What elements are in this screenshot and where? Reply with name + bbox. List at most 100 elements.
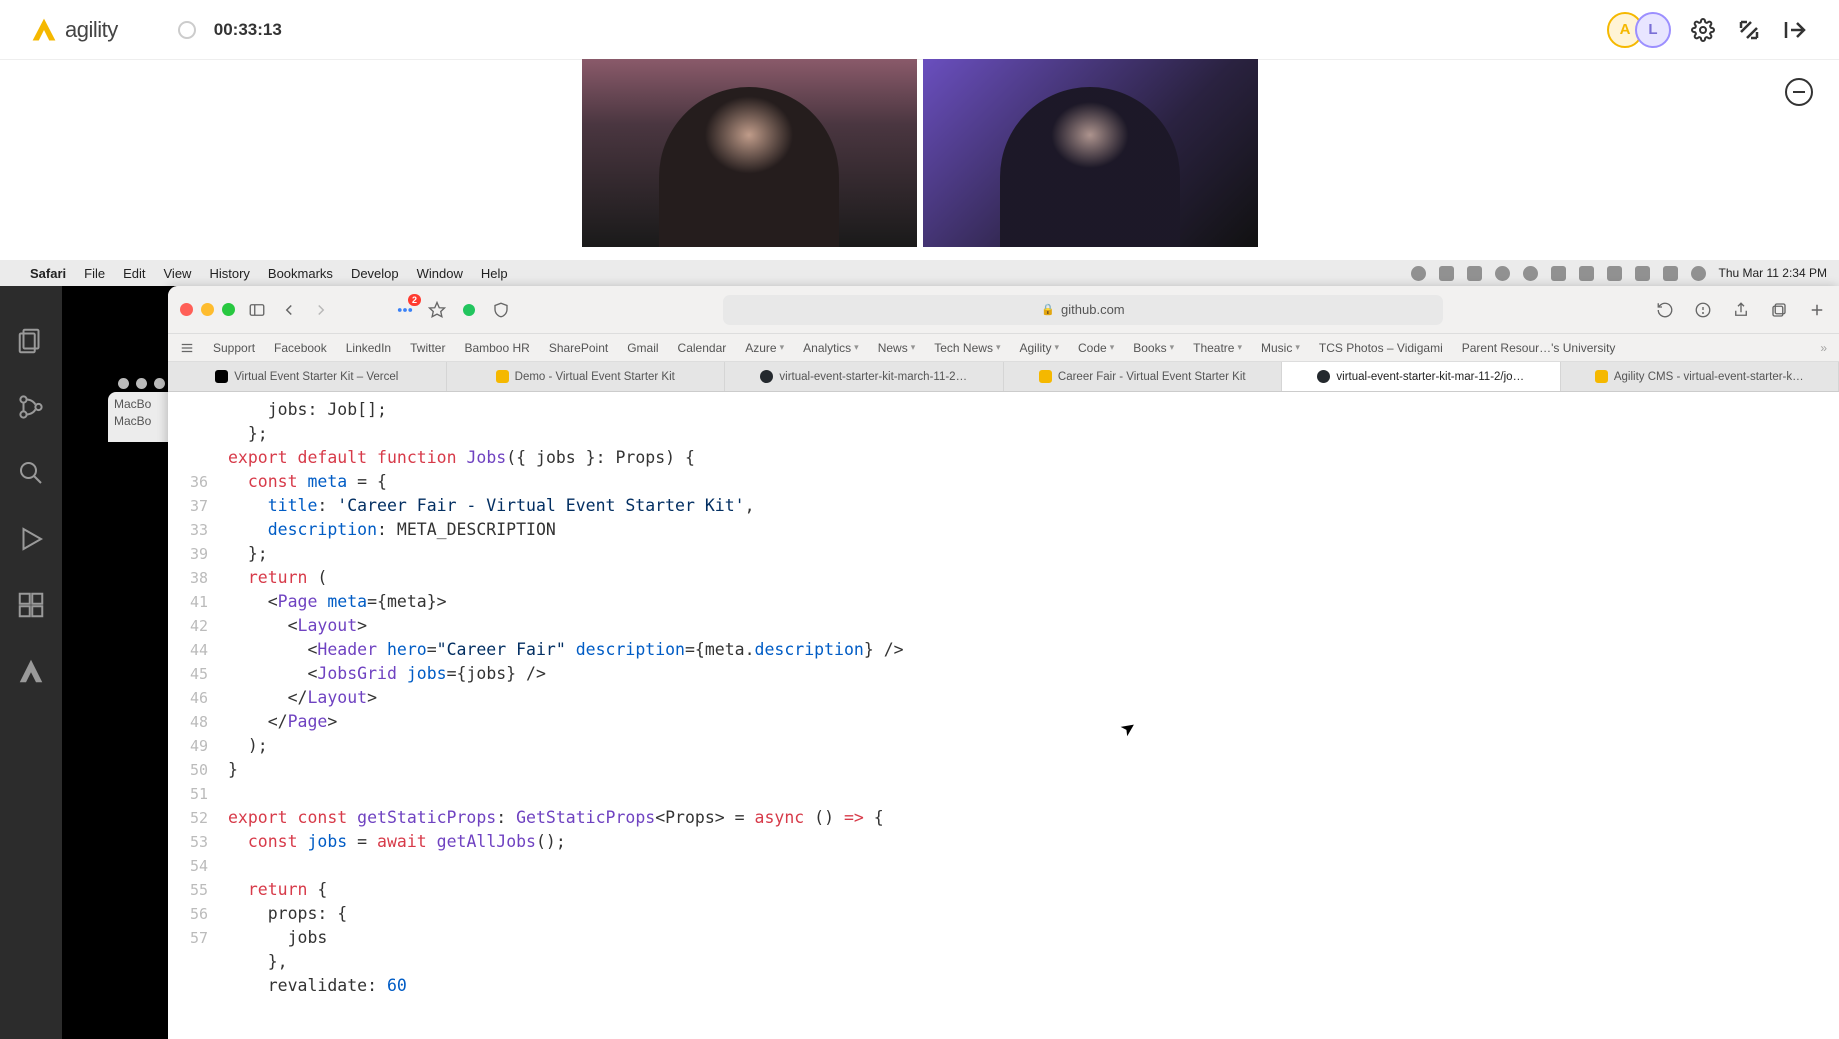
agility-icon[interactable] <box>16 656 46 686</box>
line-text: export default function Jobs({ jobs }: P… <box>228 446 695 470</box>
debug-icon[interactable] <box>16 524 46 554</box>
menu-history[interactable]: History <box>209 266 249 281</box>
line-number: 48 <box>168 710 228 734</box>
settings-button[interactable] <box>1689 16 1717 44</box>
bookmark-item[interactable]: Calendar <box>678 341 727 355</box>
browser-tab[interactable]: Career Fair - Virtual Event Starter Kit <box>1004 362 1283 391</box>
tray-icon[interactable] <box>1495 266 1510 281</box>
browser-tab[interactable]: Agility CMS - virtual-event-starter-k… <box>1561 362 1839 391</box>
bookmark-item[interactable]: Facebook <box>274 341 327 355</box>
extension-icon[interactable] <box>459 300 479 320</box>
close-window-icon[interactable] <box>180 303 193 316</box>
code-line: }; <box>168 422 1839 446</box>
finder-item[interactable]: MacBo <box>114 413 162 430</box>
finder-item[interactable]: MacBo <box>114 396 162 413</box>
menu-edit[interactable]: Edit <box>123 266 145 281</box>
browser-tab[interactable]: Demo - Virtual Event Starter Kit <box>447 362 726 391</box>
menubar-clock[interactable]: Thu Mar 11 2:34 PM <box>1719 266 1828 280</box>
menu-file[interactable]: File <box>84 266 105 281</box>
favicon-icon <box>496 370 509 383</box>
collapse-videos-button[interactable] <box>1785 78 1813 106</box>
bookmark-item[interactable]: Music▾ <box>1261 341 1300 355</box>
bookmarks-overflow-icon[interactable]: » <box>1820 341 1827 355</box>
line-number: 54 <box>168 854 228 878</box>
browser-tab[interactable]: virtual-event-starter-kit-march-11-2… <box>725 362 1004 391</box>
files-icon[interactable] <box>16 326 46 356</box>
bookmark-item[interactable]: Theatre▾ <box>1193 341 1242 355</box>
browser-tab[interactable]: virtual-event-starter-kit-mar-11-2/jo… <box>1282 362 1561 391</box>
zoom-window-icon[interactable] <box>222 303 235 316</box>
bookmark-star-icon[interactable] <box>427 300 447 320</box>
bookmark-item[interactable]: Parent Resour…'s University <box>1462 341 1616 355</box>
bookmark-menu-icon[interactable] <box>180 341 194 355</box>
tray-icon[interactable] <box>1551 266 1566 281</box>
tray-icon[interactable] <box>1635 266 1650 281</box>
reload-icon[interactable] <box>1655 300 1675 320</box>
address-bar[interactable]: 🔒 github.com <box>723 295 1443 325</box>
participant-video-1[interactable] <box>582 59 917 247</box>
bookmark-item[interactable]: Support <box>213 341 255 355</box>
sidebar-toggle-icon[interactable] <box>247 300 267 320</box>
reader-icon[interactable] <box>1693 300 1713 320</box>
tray-icon[interactable] <box>1607 266 1622 281</box>
bookmark-item[interactable]: Bamboo HR <box>464 341 529 355</box>
safari-toolbar: 2 🔒 github.com <box>168 286 1839 334</box>
code-line: 57 jobs <box>168 926 1839 950</box>
bookmark-item[interactable]: Analytics▾ <box>803 341 859 355</box>
bookmark-item[interactable]: News▾ <box>878 341 916 355</box>
line-text: }; <box>228 422 268 446</box>
menu-develop[interactable]: Develop <box>351 266 399 281</box>
avatar-2[interactable]: L <box>1635 12 1671 48</box>
bookmark-item[interactable]: Agility▾ <box>1019 341 1059 355</box>
line-text: export const getStaticProps: GetStaticPr… <box>228 806 884 830</box>
shield-icon[interactable] <box>491 300 511 320</box>
search-icon[interactable] <box>16 458 46 488</box>
menu-view[interactable]: View <box>164 266 192 281</box>
line-number: 50 <box>168 758 228 782</box>
tabs-icon[interactable] <box>1769 300 1789 320</box>
bookmark-item[interactable]: Azure▾ <box>745 341 784 355</box>
line-text: jobs: Job[]; <box>228 398 387 422</box>
exit-icon <box>1783 18 1807 42</box>
bookmark-item[interactable]: TCS Photos – Vidigami <box>1319 341 1443 355</box>
minimize-window-icon[interactable] <box>201 303 214 316</box>
bookmark-item[interactable]: SharePoint <box>549 341 608 355</box>
tray-icon[interactable] <box>1663 266 1678 281</box>
code-line: 39 }; <box>168 542 1839 566</box>
app-top-bar: agility 00:33:13 A L <box>0 0 1839 60</box>
tray-icon[interactable] <box>1411 266 1426 281</box>
bookmark-item[interactable]: Books▾ <box>1133 341 1174 355</box>
browser-tab[interactable]: Virtual Event Starter Kit – Vercel <box>168 362 447 391</box>
code-viewer[interactable]: jobs: Job[]; };export default function J… <box>168 392 1839 1039</box>
tray-icon[interactable] <box>1523 266 1538 281</box>
active-app-name[interactable]: Safari <box>30 266 66 281</box>
bookmark-item[interactable]: Twitter <box>410 341 445 355</box>
forward-button[interactable] <box>311 300 331 320</box>
window-controls <box>180 303 235 316</box>
line-number: 33 <box>168 518 228 542</box>
tray-icon[interactable] <box>1439 266 1454 281</box>
line-text: <Page meta={meta}> <box>228 590 447 614</box>
fullscreen-button[interactable] <box>1735 16 1763 44</box>
back-button[interactable] <box>279 300 299 320</box>
menu-help[interactable]: Help <box>481 266 508 281</box>
menu-bookmarks[interactable]: Bookmarks <box>268 266 333 281</box>
bookmark-item[interactable]: Tech News▾ <box>934 341 1000 355</box>
tray-icon[interactable] <box>1579 266 1594 281</box>
tray-icon[interactable] <box>1467 266 1482 281</box>
participant-avatars[interactable]: A L <box>1607 12 1671 48</box>
menu-window[interactable]: Window <box>417 266 463 281</box>
new-tab-icon[interactable] <box>1807 300 1827 320</box>
tab-overview-icon[interactable]: 2 <box>395 300 415 320</box>
participant-video-2[interactable] <box>923 59 1258 247</box>
tab-label: virtual-event-starter-kit-march-11-2… <box>779 371 967 383</box>
bookmark-item[interactable]: Code▾ <box>1078 341 1114 355</box>
tray-icon[interactable] <box>1691 266 1706 281</box>
share-icon[interactable] <box>1731 300 1751 320</box>
exit-button[interactable] <box>1781 16 1809 44</box>
code-line: export default function Jobs({ jobs }: P… <box>168 446 1839 470</box>
bookmark-item[interactable]: Gmail <box>627 341 658 355</box>
bookmark-item[interactable]: LinkedIn <box>346 341 391 355</box>
extensions-icon[interactable] <box>16 590 46 620</box>
source-control-icon[interactable] <box>16 392 46 422</box>
